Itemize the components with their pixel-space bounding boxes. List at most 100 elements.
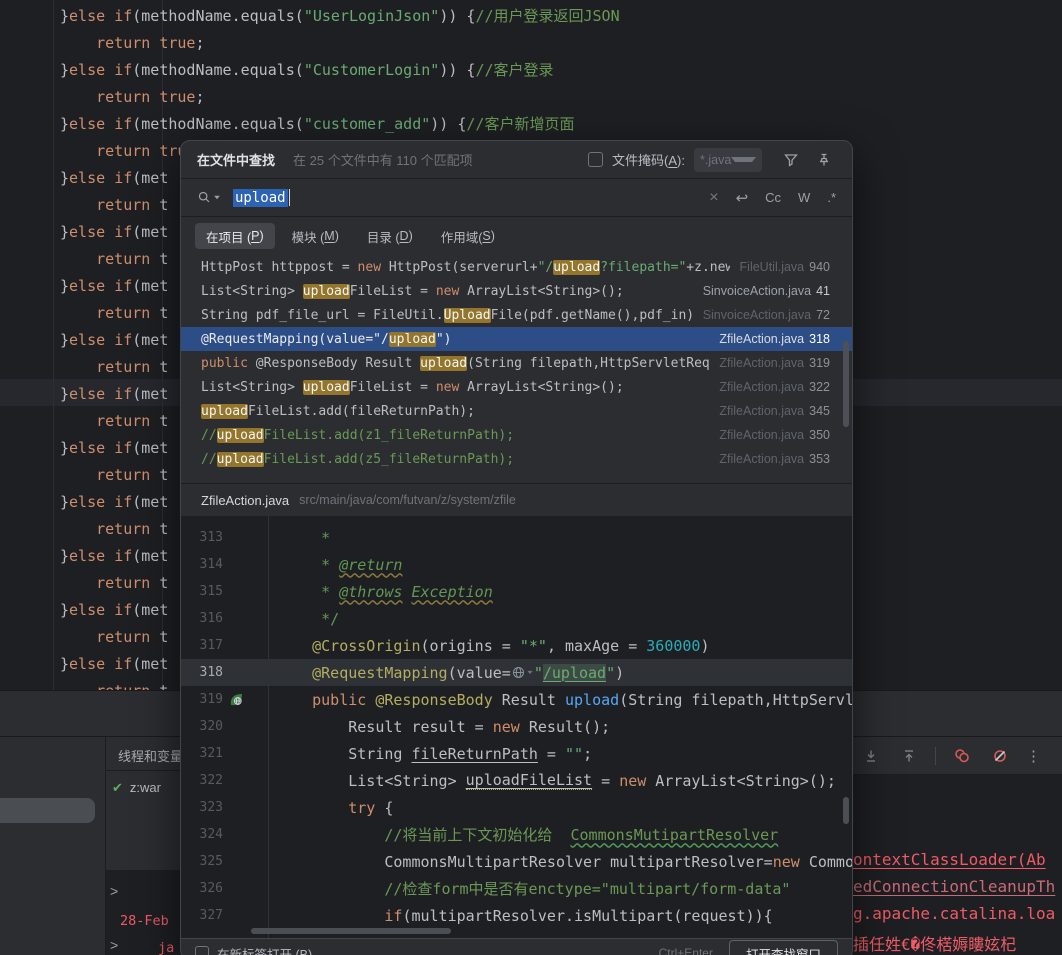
code-token: //客户新增页面 [466, 115, 575, 133]
code-token: @ResponseBody [375, 690, 493, 709]
code-token: if [114, 277, 133, 295]
code-token: (met [132, 169, 169, 187]
result-row[interactable]: String pdf_file_url = FileUtil.UploadFil… [181, 303, 852, 327]
preview-line[interactable]: 326 //检查form中是否有enctype="multipart/form-… [181, 875, 852, 902]
preview-line[interactable]: 325 CommonsMultipartResolver multipartRe… [181, 848, 852, 875]
code-token: else [69, 115, 106, 133]
code-token: (value= [447, 663, 511, 682]
code-token: (methodName.equals( [132, 61, 304, 79]
result-row[interactable]: public @ResponseBody Result upload(Strin… [181, 351, 852, 375]
code-token: CommonsMultipartResolver( [808, 852, 852, 871]
preview-line[interactable]: 315 * @throws Exception [181, 578, 852, 605]
panel-scrollbar-thumb[interactable] [0, 798, 95, 823]
result-row[interactable]: //uploadFileList.add(z1_fileReturnPath);… [181, 423, 852, 447]
arrow-down-to-line-icon[interactable] [859, 744, 883, 768]
preview-line[interactable]: 318 @RequestMapping (value= "/upload ") [181, 659, 852, 686]
mute-breakpoints-icon[interactable] [988, 744, 1012, 768]
scope-tab-2[interactable]: 目录 (D) [356, 223, 424, 249]
search-history-chevron-icon[interactable] [214, 195, 220, 200]
code-token: return [96, 682, 150, 690]
more-options-icon[interactable]: ⋮ [1026, 747, 1041, 765]
result-row[interactable]: HttpPost httppost = new HttpPost(serveru… [181, 255, 852, 279]
console-stack-link[interactable]: ontextClassLoader(Ab [853, 850, 1046, 869]
tree-expand-icon[interactable]: > [110, 883, 118, 899]
result-line-number: 319 [809, 356, 830, 370]
search-input[interactable]: upload [233, 188, 288, 207]
preview-line[interactable]: 317 @CrossOrigin (origins = "*", maxAge =… [181, 632, 852, 659]
preview-line[interactable]: 321 String fileReturnPath = ""; [181, 740, 852, 767]
code-token: 360000 [646, 636, 701, 655]
preview-line[interactable]: 314 * @return [181, 551, 852, 578]
result-file-name: ZfileAction.java [719, 380, 805, 394]
code-preview-pane: 313 * 314 * @return 315 * @throws Exceptio… [181, 516, 852, 938]
line-number: 315 [199, 584, 223, 599]
code-token: new [435, 379, 460, 395]
preview-vscrollbar-thumb[interactable] [843, 797, 849, 824]
tab-threads-variables[interactable]: 线程和变量 [118, 746, 183, 765]
arrow-up-to-line-icon[interactable] [897, 744, 921, 768]
result-row[interactable]: List<String> uploadFileList = new ArrayL… [181, 279, 852, 303]
result-row[interactable]: List<String> uploadFileList = new ArrayL… [181, 375, 852, 399]
open-find-window-button[interactable]: 打开查找窗口 [728, 939, 838, 955]
result-line-number: 41 [816, 284, 830, 298]
code-token: (origins = [420, 636, 520, 655]
run-config-row[interactable]: ✔ z:war [112, 780, 161, 796]
filter-icon[interactable] [779, 148, 803, 172]
scope-tab-0[interactable]: 在项目 (P) [195, 223, 275, 249]
code-token: (String filepath,HttpServletRequest requ [619, 690, 852, 709]
code-token: FileList.add(z5_fileReturnPath); [263, 451, 515, 467]
code-token: ; [583, 744, 593, 763]
code-token: ; [195, 88, 205, 106]
clear-search-icon[interactable]: × [709, 189, 718, 207]
preview-line[interactable]: 323 try { [181, 794, 852, 821]
search-field-row[interactable]: upload × ↩ Cc W .* [181, 179, 852, 217]
code-token: * [276, 582, 340, 601]
preview-line[interactable]: 316 */ [181, 605, 852, 632]
result-row[interactable]: uploadFileList.add(fileReturnPath); Zfile… [181, 399, 852, 423]
code-token: (met [132, 547, 169, 565]
code-token: )) { [430, 115, 467, 133]
code-token: t [150, 574, 169, 592]
code-token: if [114, 493, 133, 511]
code-token: (met [132, 331, 169, 349]
endpoint-globe-icon[interactable] [229, 692, 247, 707]
preview-line[interactable]: 320 Result result = new Result(); [181, 713, 852, 740]
preview-hscrollbar-thumb[interactable] [251, 928, 451, 934]
regex-toggle[interactable]: .* [827, 190, 836, 205]
code-token: ArrayList<String>(); [459, 283, 624, 299]
code-token: public [201, 355, 248, 371]
insert-newline-icon[interactable]: ↩ [736, 189, 749, 207]
globe-icon[interactable] [512, 666, 525, 679]
search-icon[interactable] [197, 186, 221, 210]
preview-line[interactable]: 319 public @ResponseBody Result upload (S… [181, 686, 852, 713]
chevron-down-icon[interactable] [527, 670, 533, 675]
result-row[interactable]: @RequestMapping(value="/upload") ZfileAct… [181, 327, 852, 351]
code-token: ?filepath=" [600, 259, 687, 275]
result-file-name: ZfileAction.java [719, 356, 805, 370]
file-mask-checkbox[interactable] [588, 152, 604, 167]
results-scrollbar-thumb[interactable] [843, 341, 849, 427]
pin-icon[interactable] [812, 148, 836, 172]
code-token: return [96, 250, 151, 268]
code-token: String [276, 744, 412, 763]
preview-line[interactable]: 324 //将当前上下文初始化给 CommonsMutipartResolver [181, 821, 852, 848]
preview-line[interactable]: 327 if (multipartResolver.isMultipart(req… [181, 902, 852, 929]
tree-expand-icon[interactable]: > [110, 937, 118, 953]
view-breakpoints-icon[interactable] [950, 744, 974, 768]
console-stack-link[interactable]: edConnectionCleanupTh [853, 877, 1055, 896]
file-mask-select[interactable]: *.java [694, 147, 762, 172]
code-token: return [96, 88, 151, 106]
code-token: upload [565, 690, 620, 709]
preview-line[interactable]: 313 * [181, 524, 852, 551]
scope-tab-1[interactable]: 模块 (M) [281, 223, 350, 249]
chevron-down-icon [731, 157, 756, 162]
result-row[interactable]: //uploadFileList.add(z5_fileReturnPath);… [181, 447, 852, 471]
preview-line[interactable]: 322 List<String> uploadFileList = new Ar… [181, 767, 852, 794]
open-in-new-tab-checkbox[interactable] [195, 946, 209, 955]
scope-tab-3[interactable]: 作用域(S) [430, 223, 506, 249]
result-file-name: ZfileAction.java [719, 332, 805, 346]
match-case-toggle[interactable]: Cc [765, 190, 781, 205]
code-token: try [348, 798, 376, 817]
whole-words-toggle[interactable]: W [798, 190, 810, 205]
